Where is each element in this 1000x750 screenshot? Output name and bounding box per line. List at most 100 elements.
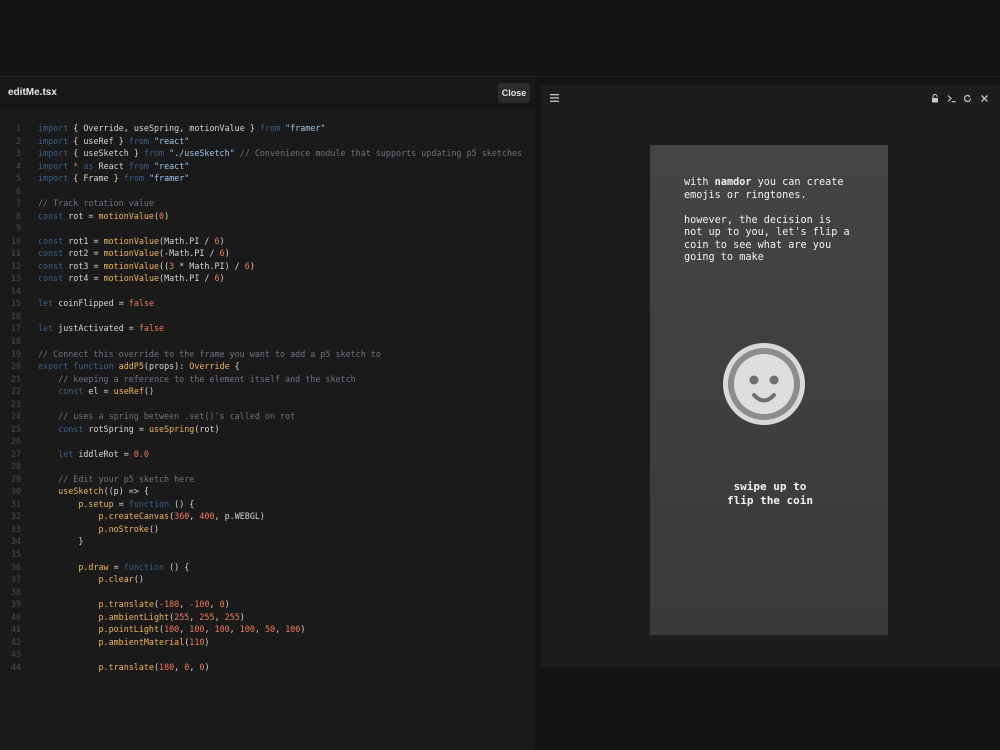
code-token: 255	[224, 611, 240, 622]
code-editor[interactable]: 1 import { Override, useSpring, motionVal…	[0, 108, 535, 750]
line-number: 27	[10, 448, 21, 459]
code-token: "./useSketch"	[164, 148, 235, 159]
code-token: 50	[265, 624, 276, 635]
code-token: import	[38, 135, 69, 146]
code-text: let justActivated = false	[38, 322, 164, 334]
code-token: p.pointLight	[38, 624, 160, 635]
code-line: 44 p.translate(180, 0, 0)	[0, 661, 535, 673]
code-line: 32 p.createCanvas(360, 400, p.WEBGL)	[0, 510, 535, 522]
line-number: 44	[10, 661, 21, 672]
code-token: 360	[174, 511, 190, 522]
code-text: p.translate(-180, -100, 0)	[38, 598, 230, 610]
code-line: 2 import { useRef } from "react"	[0, 135, 535, 147]
code-line: 34 }	[0, 535, 535, 547]
code-line: 15 let coinFlipped = false	[0, 297, 535, 309]
code-text: p.translate(180, 0, 0)	[38, 661, 210, 673]
intro-prefix: with	[684, 177, 715, 188]
close-button[interactable]: Close	[498, 83, 530, 103]
code-token: ,	[189, 611, 200, 622]
code-token: 0.0	[133, 448, 149, 459]
code-token: =	[108, 561, 124, 572]
code-token: }	[38, 536, 84, 547]
code-token: p.setup	[38, 498, 114, 509]
line-number: 35	[10, 549, 21, 560]
code-token: import	[38, 123, 69, 133]
terminal-icon[interactable]	[947, 94, 956, 105]
line-number: 40	[10, 611, 21, 622]
code-token: coinFlipped =	[53, 298, 129, 309]
swipe-line-2: flip the coin	[726, 493, 814, 507]
code-line: 29 // Edit your p5 sketch here	[0, 473, 535, 485]
code-line: 20 export function addP5(props): Override…	[0, 360, 535, 372]
code-line: 11 const rot2 = motionValue(-Math.PI / 6)	[0, 247, 535, 259]
code-token: p.draw	[38, 561, 109, 572]
code-token: motionValue	[103, 248, 160, 259]
line-number: 30	[10, 486, 21, 497]
code-line: 14	[0, 285, 535, 297]
code-token: -100	[189, 599, 210, 610]
code-token: el =	[83, 386, 114, 397]
code-token: import	[38, 173, 69, 184]
brand-name: namdor	[714, 177, 752, 188]
code-line: 36 p.draw = function () {	[0, 561, 535, 573]
code-token: from	[128, 160, 149, 171]
code-token: ()	[143, 386, 155, 397]
code-line: 25 const rotSpring = useSpring(rot)	[0, 423, 535, 435]
code-token: p.translate	[38, 661, 154, 672]
para2-line: going to make	[684, 252, 764, 263]
code-line: 24 // uses a spring between .set()'s cal…	[0, 410, 535, 422]
code-token: rot3 =	[63, 260, 104, 271]
smiley-coin-icon[interactable]	[722, 342, 806, 426]
code-token: // uses a spring between .set()'s called…	[38, 411, 296, 422]
code-line: 23	[0, 398, 535, 410]
line-number: 9	[15, 223, 21, 234]
menu-icon[interactable]	[550, 94, 559, 104]
code-text: // uses a spring between .set()'s called…	[38, 410, 295, 422]
code-text: p.clear()	[38, 573, 144, 585]
close-icon[interactable]	[980, 94, 989, 105]
code-token: const	[38, 260, 64, 271]
line-number: 29	[10, 473, 21, 484]
code-token: ,	[174, 661, 185, 672]
code-token: motionValue	[103, 273, 160, 284]
code-token: 100	[285, 624, 301, 635]
line-number: 1	[15, 123, 21, 133]
code-text: p.noStroke()	[38, 523, 160, 535]
line-number: 36	[10, 561, 21, 572]
code-token: ()	[133, 574, 144, 585]
code-line: 5 import { Frame } from "framer"	[0, 172, 535, 184]
code-token: *	[68, 160, 79, 171]
intro-suffix: you can create	[751, 177, 844, 188]
code-token: ,	[275, 624, 286, 635]
code-token: rot4 =	[63, 273, 104, 284]
line-number: 14	[10, 285, 21, 296]
code-token: p.noStroke	[38, 523, 149, 534]
code-text: const rot4 = motionValue(Math.PI / 6)	[38, 272, 225, 284]
code-token: import	[38, 148, 69, 159]
reload-icon[interactable]	[963, 94, 972, 105]
code-line: 19 // Connect this override to the frame …	[0, 348, 535, 360]
code-token: from	[123, 173, 144, 184]
code-token: { Override, useSpring, motionValue }	[68, 123, 260, 133]
code-token: { useRef }	[68, 135, 129, 146]
code-token: )	[204, 661, 210, 672]
line-number: 6	[15, 185, 21, 196]
code-line: 17 let justActivated = false	[0, 322, 535, 334]
code-token: // Convenience module that supports upda…	[234, 148, 523, 159]
code-token: ,	[214, 611, 225, 622]
code-line: 8 const rot = motionValue(0)	[0, 210, 535, 222]
code-line: 26	[0, 435, 535, 447]
code-text: p.ambientLight(255, 255, 255)	[38, 611, 245, 623]
code-token: // Edit your p5 sketch here	[38, 473, 195, 484]
line-number: 22	[10, 386, 21, 397]
code-text: }	[38, 535, 83, 547]
code-text: p.createCanvas(360, 400, p.WEBGL)	[38, 510, 265, 522]
code-token: 255	[199, 611, 215, 622]
lock-icon[interactable]	[931, 93, 939, 105]
code-token: as	[78, 160, 94, 171]
code-line: 40 p.ambientLight(255, 255, 255)	[0, 611, 535, 623]
code-token: 100	[214, 624, 230, 635]
line-number: 23	[10, 398, 21, 409]
line-number: 42	[10, 636, 21, 647]
code-token: )	[249, 260, 255, 271]
